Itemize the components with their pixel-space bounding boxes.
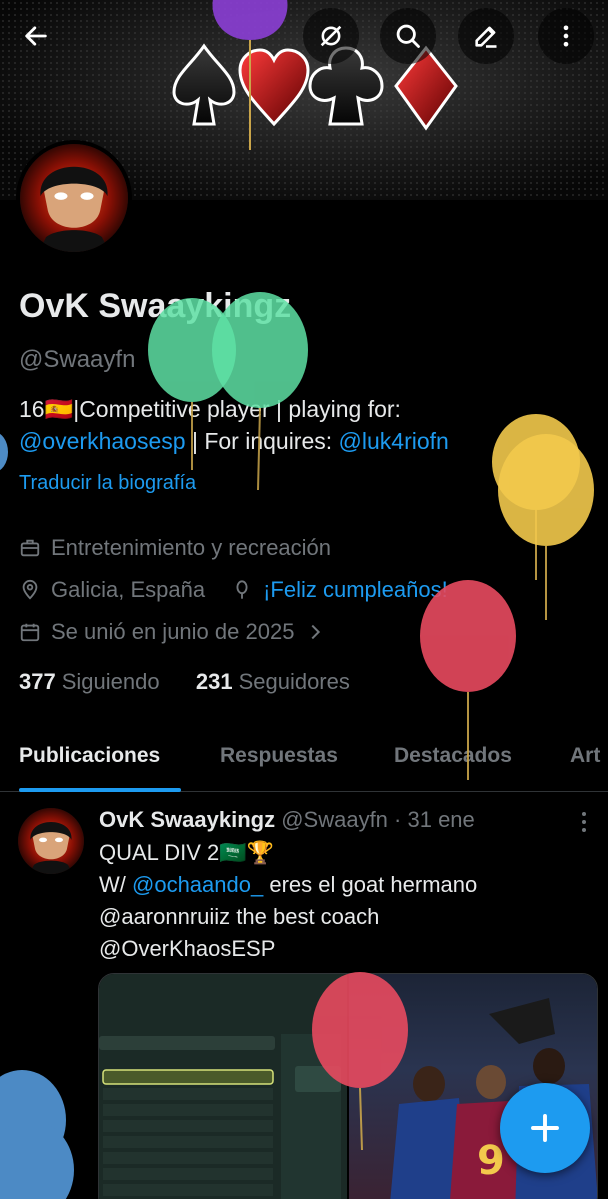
bio-mention-link[interactable]: @overkhaosesp <box>19 428 186 454</box>
post-avatar[interactable] <box>18 808 84 874</box>
tab-publicaciones[interactable]: Publicaciones <box>19 744 160 768</box>
joined-row[interactable]: Se unió en junio de 2025 <box>19 619 326 645</box>
followers-link[interactable]: 231 Seguidores <box>196 669 350 694</box>
leaderboard-screenshot <box>99 1034 341 1199</box>
avatar-image <box>18 808 84 874</box>
followers-label: Seguidores <box>238 669 350 694</box>
location-pin-icon <box>22 579 38 600</box>
plus-icon <box>531 1114 559 1142</box>
heart-icon <box>238 48 310 127</box>
joined-label: Se unió en junio de 2025 <box>51 619 295 644</box>
back-button[interactable] <box>8 8 64 64</box>
tab-respuestas[interactable]: Respuestas <box>220 744 338 768</box>
no-sync-icon <box>320 25 342 47</box>
profile-avatar[interactable] <box>16 140 132 256</box>
following-link[interactable]: 377 Siguiendo <box>19 669 160 694</box>
post-text-line: @aaronnruiiz the best coach <box>99 904 380 929</box>
following-count: 377 <box>19 669 56 694</box>
tab-destacados[interactable]: Destacados <box>394 744 512 768</box>
profile-handle: @Swaayfn <box>19 346 136 373</box>
post-author-handle[interactable]: @Swaayfn <box>281 807 388 832</box>
bio-mention-link[interactable]: @luk4riofn <box>339 428 449 454</box>
spade-icon <box>172 43 236 126</box>
search-icon <box>396 24 420 48</box>
post-mention-link[interactable]: @ochaando_ <box>132 872 263 897</box>
edit-icon <box>475 26 497 48</box>
following-label: Siguiendo <box>61 669 160 694</box>
followers-count: 231 <box>195 669 233 694</box>
yellow-balloon <box>498 434 594 620</box>
post-header: OvK Swaaykingz @Swaayfn · 31 ene <box>99 807 475 833</box>
post-text: eres el goat hermano <box>263 872 478 897</box>
chevron-right-icon <box>311 624 321 640</box>
follow-counts: 377 Siguiendo 231 Seguidores <box>19 669 350 695</box>
translate-bio-link[interactable]: Traducir la biografía <box>19 472 196 495</box>
yellow-balloon <box>492 414 580 580</box>
profile-name: OvK Swaaykingz <box>19 287 292 325</box>
post-time[interactable]: · 31 ene <box>394 807 475 832</box>
no-sync-button[interactable] <box>303 8 359 64</box>
avatar-image <box>20 144 128 252</box>
balloon-icon <box>236 580 248 599</box>
bio-line-2: @overkhaosesp | For inquires: @luk4riofn <box>19 428 449 455</box>
post-text: W/ <box>99 872 132 897</box>
bio-text: | For inquires: <box>185 428 339 454</box>
profile-category: Entretenimiento y recreación <box>19 535 331 561</box>
tab-articulos[interactable]: Art <box>570 744 600 768</box>
bio-line: 16🇪🇸|Competitive player | playing for: <box>19 396 401 422</box>
arrow-left-icon <box>25 26 47 46</box>
birthday-link[interactable]: ¡Feliz cumpleaños! <box>263 577 448 603</box>
post-text-line: W/ @ochaando_ eres el goat hermano <box>99 872 477 898</box>
more-vertical-icon <box>563 25 569 47</box>
svg-text:9: 9 <box>477 1138 505 1184</box>
calendar-icon <box>20 623 40 642</box>
profile-tabs: Publicaciones Respuestas Destacados Art <box>0 730 608 792</box>
briefcase-icon <box>20 539 40 557</box>
search-button[interactable] <box>380 8 436 64</box>
active-tab-indicator <box>19 788 181 792</box>
category-label: Entretenimiento y recreación <box>51 535 332 560</box>
post-image-leaderboard[interactable] <box>99 974 347 1199</box>
post-author-name[interactable]: OvK Swaaykingz <box>99 807 275 832</box>
post-more-icon[interactable] <box>574 808 594 836</box>
compose-button[interactable] <box>500 1083 590 1173</box>
location-label: Galicia, España <box>51 577 206 602</box>
profile-location-row: Galicia, España ¡Feliz cumpleaños! <box>19 577 448 603</box>
more-button[interactable] <box>538 8 594 64</box>
edit-button[interactable] <box>458 8 514 64</box>
post-mention-link[interactable]: @OverKhaosESP <box>99 936 275 962</box>
post-text-line: QUAL DIV 2🇸🇦🏆 <box>99 840 275 865</box>
